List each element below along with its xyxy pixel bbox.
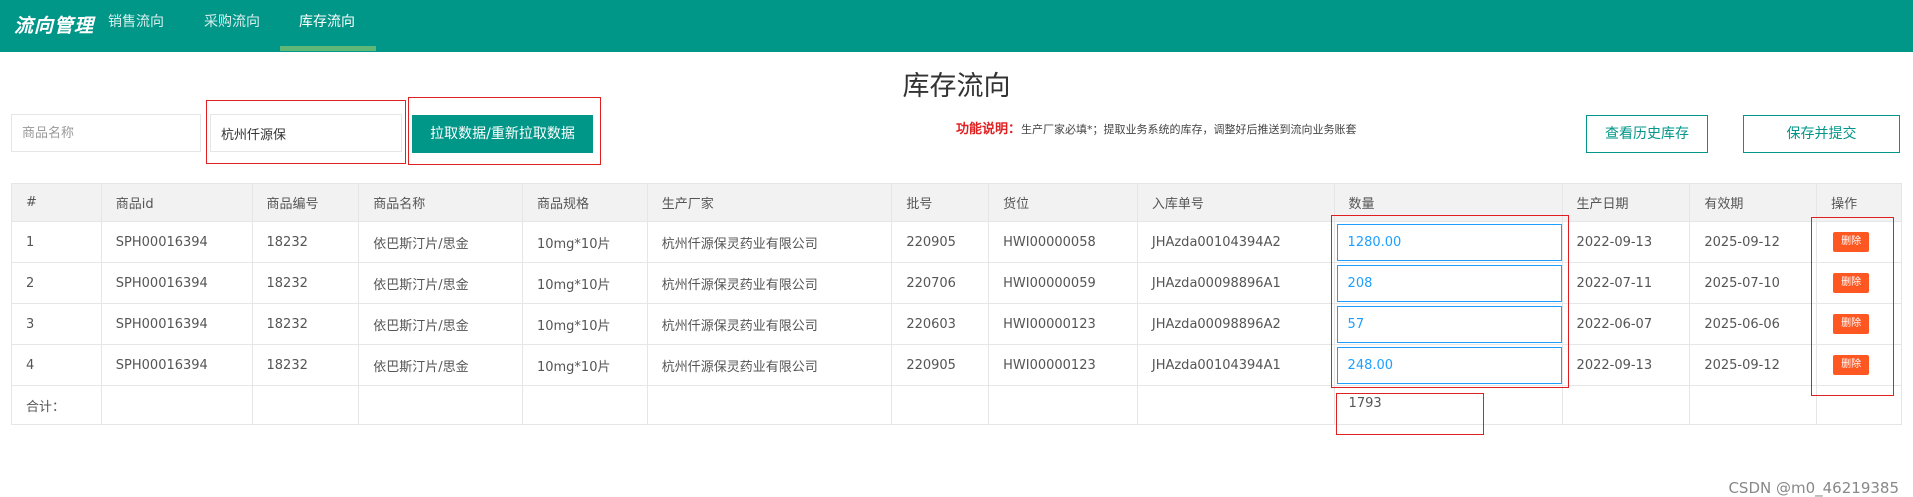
sum-label: 合计： — [11, 385, 102, 425]
cell-product-code: 18232 — [251, 221, 360, 263]
col-header-spec: 商品规格 — [521, 183, 648, 222]
cell-mfg-date: 2022-09-13 — [1561, 221, 1691, 263]
annotation-box-delete — [1811, 217, 1894, 396]
col-header-batch: 批号 — [891, 183, 990, 222]
nav-item-inventory-flow[interactable]: 库存流向 — [299, 0, 355, 52]
col-header-product-name: 商品名称 — [358, 183, 523, 222]
cell-expiry: 2025-06-06 — [1689, 303, 1818, 345]
cell-spec: 10mg*10片 — [521, 303, 648, 345]
cell-index: 1 — [11, 221, 102, 263]
cell-index: 3 — [11, 303, 102, 345]
cell-product-code: 18232 — [251, 344, 360, 386]
fetch-data-button[interactable]: 拉取数据/重新拉取数据 — [412, 115, 593, 153]
product-name-input[interactable] — [11, 114, 201, 152]
cell-expiry: 2025-09-12 — [1689, 221, 1818, 263]
col-header-product-code: 商品编号 — [251, 183, 360, 222]
view-history-inventory-button[interactable]: 查看历史库存 — [1586, 115, 1708, 153]
table-header-row: # 商品id 商品编号 商品名称 商品规格 生产厂家 批号 货位 入库单号 数量… — [11, 183, 1902, 222]
annotation-box-sum — [1336, 393, 1484, 435]
cell-receipt-no: JHAzda00098896A2 — [1136, 303, 1335, 345]
cell-product-code: 18232 — [251, 303, 360, 345]
cell-mfg-date: 2022-07-11 — [1561, 262, 1691, 304]
table-row: 1 SPH00016394 18232 依巴斯汀片/思金 10mg*10片 杭州… — [11, 221, 1902, 263]
top-navbar: 流向管理 销售流向 采购流向 库存流向 — [0, 0, 1913, 52]
cell-mfg-date: 2022-09-13 — [1561, 344, 1691, 386]
cell-product-name: 依巴斯汀片/思金 — [358, 262, 523, 304]
cell-product-name: 依巴斯汀片/思金 — [358, 303, 523, 345]
col-header-mfg-date: 生产日期 — [1561, 183, 1691, 222]
table-sum-row: 合计： 1793 — [11, 385, 1902, 425]
cell-receipt-no: JHAzda00098896A1 — [1136, 262, 1335, 304]
watermark: CSDN @m0_46219385 — [1728, 479, 1899, 497]
function-note: 功能说明：生产厂家必填*；提取业务系统的库存，调整好后推送到流向业务账套 — [956, 118, 1357, 137]
page-title: 库存流向 — [902, 71, 1011, 102]
cell-product-id: SPH00016394 — [100, 303, 253, 345]
nav-item-purchase-flow[interactable]: 采购流向 — [204, 0, 260, 52]
brand-logo[interactable]: 流向管理 — [14, 11, 94, 38]
col-header-product-id: 商品id — [100, 183, 253, 222]
cell-index: 4 — [11, 344, 102, 386]
cell-product-id: SPH00016394 — [100, 344, 253, 386]
cell-product-name: 依巴斯汀片/思金 — [358, 221, 523, 263]
cell-location: HWI00000058 — [988, 221, 1138, 263]
cell-batch: 220706 — [891, 262, 990, 304]
cell-index: 2 — [11, 262, 102, 304]
cell-location: HWI00000123 — [988, 344, 1138, 386]
manufacturer-input[interactable] — [210, 114, 402, 152]
cell-mfg-date: 2022-06-07 — [1561, 303, 1691, 345]
function-note-text: 生产厂家必填*；提取业务系统的库存，调整好后推送到流向业务账套 — [1021, 123, 1357, 136]
table-row: 3 SPH00016394 18232 依巴斯汀片/思金 10mg*10片 杭州… — [11, 303, 1902, 345]
cell-expiry: 2025-09-12 — [1689, 344, 1818, 386]
function-note-label: 功能说明： — [956, 122, 1022, 137]
cell-batch: 220603 — [891, 303, 990, 345]
table-row: 4 SPH00016394 18232 依巴斯汀片/思金 10mg*10片 杭州… — [11, 344, 1902, 386]
col-header-receipt-no: 入库单号 — [1136, 183, 1335, 222]
cell-spec: 10mg*10片 — [521, 344, 648, 386]
cell-location: HWI00000059 — [988, 262, 1138, 304]
cell-product-id: SPH00016394 — [100, 262, 253, 304]
nav-item-sales-flow[interactable]: 销售流向 — [108, 0, 164, 52]
cell-receipt-no: JHAzda00104394A2 — [1136, 221, 1335, 263]
inventory-table: # 商品id 商品编号 商品名称 商品规格 生产厂家 批号 货位 入库单号 数量… — [11, 183, 1902, 425]
cell-spec: 10mg*10片 — [521, 221, 648, 263]
cell-location: HWI00000123 — [988, 303, 1138, 345]
cell-product-id: SPH00016394 — [100, 221, 253, 263]
col-header-index: # — [11, 183, 102, 222]
table-row: 2 SPH00016394 18232 依巴斯汀片/思金 10mg*10片 杭州… — [11, 262, 1902, 304]
col-header-manufacturer: 生产厂家 — [646, 183, 893, 222]
col-header-action: 操作 — [1816, 183, 1902, 222]
nav-active-indicator — [280, 46, 376, 51]
cell-manufacturer: 杭州仟源保灵药业有限公司 — [646, 303, 893, 345]
cell-manufacturer: 杭州仟源保灵药业有限公司 — [646, 221, 893, 263]
cell-product-code: 18232 — [251, 262, 360, 304]
cell-spec: 10mg*10片 — [521, 262, 648, 304]
cell-product-name: 依巴斯汀片/思金 — [358, 344, 523, 386]
cell-manufacturer: 杭州仟源保灵药业有限公司 — [646, 262, 893, 304]
cell-batch: 220905 — [891, 344, 990, 386]
page: 流向管理 销售流向 采购流向 库存流向 库存流向 拉取数据/重新拉取数据 功能说… — [0, 0, 1913, 497]
cell-expiry: 2025-07-10 — [1689, 262, 1818, 304]
cell-batch: 220905 — [891, 221, 990, 263]
col-header-expiry: 有效期 — [1689, 183, 1818, 222]
save-submit-button[interactable]: 保存并提交 — [1743, 115, 1900, 153]
cell-manufacturer: 杭州仟源保灵药业有限公司 — [646, 344, 893, 386]
col-header-location: 货位 — [988, 183, 1138, 222]
annotation-box-quantity — [1331, 215, 1569, 388]
cell-receipt-no: JHAzda00104394A1 — [1136, 344, 1335, 386]
